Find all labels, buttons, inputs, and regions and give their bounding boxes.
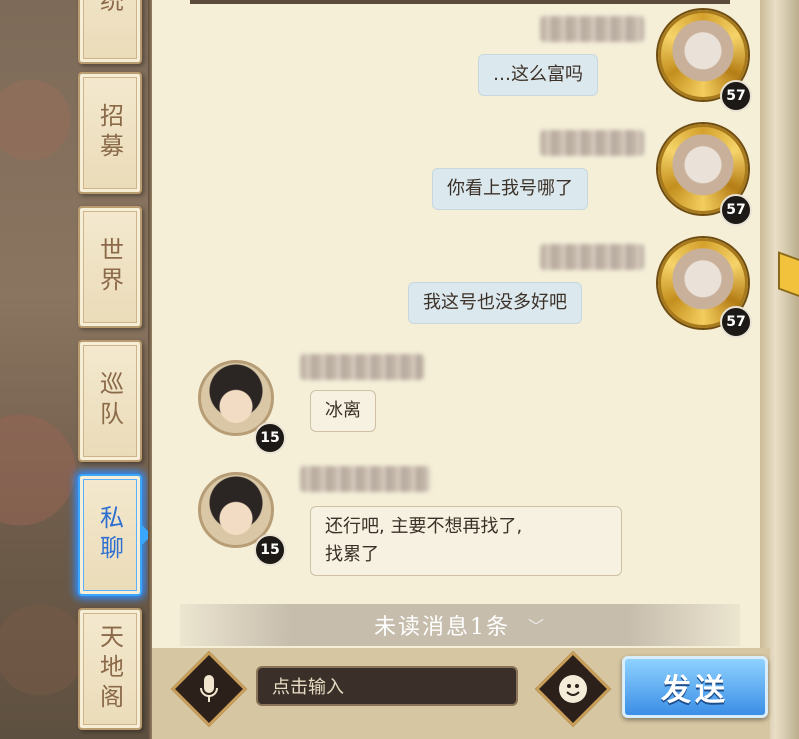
level-badge: 15	[254, 534, 286, 566]
chat-bubble: 我这号也没多好吧	[408, 282, 582, 324]
unread-messages-banner[interactable]: 未读消息1条 ﹀	[180, 604, 740, 646]
microphone-icon	[199, 674, 219, 704]
unread-label: 未读消息1条	[373, 615, 510, 640]
sender-name-blurred	[540, 244, 644, 270]
tab-label: 天地阁	[95, 624, 124, 714]
tab-label: 私聊	[95, 505, 124, 565]
top-divider	[190, 0, 730, 4]
tab-recruit[interactable]: 招募	[78, 72, 142, 194]
sender-name-blurred	[540, 130, 644, 156]
chat-bubble: 冰离	[310, 390, 376, 432]
right-frame	[760, 0, 799, 739]
sender-name-blurred	[300, 466, 430, 492]
level-badge: 15	[254, 422, 286, 454]
chat-bubble: 还行吧, 主要不想再找了, 找累了	[310, 506, 622, 576]
chat-bubble-line: 还行吧, 主要不想再找了,	[325, 516, 523, 537]
level-badge: 57	[720, 194, 752, 226]
tab-label: 统	[95, 0, 124, 18]
sender-name-blurred	[540, 16, 644, 42]
chat-bubble-line: 找累了	[325, 544, 379, 565]
smiley-icon	[559, 675, 587, 703]
chevron-down-icon: ﹀	[527, 617, 546, 636]
tab-world[interactable]: 世界	[78, 206, 142, 328]
chat-bubble: …这么富吗	[478, 54, 598, 96]
chat-bubble: 你看上我号哪了	[432, 168, 588, 210]
message-input[interactable]: 点击输入	[256, 666, 518, 706]
level-badge: 57	[720, 306, 752, 338]
tab-patrol[interactable]: 巡队	[78, 340, 142, 462]
level-badge: 57	[720, 80, 752, 112]
channel-tabs: 统 招募 世界 巡队 私聊 天地阁	[0, 0, 160, 739]
tab-tiandige[interactable]: 天地阁	[78, 608, 142, 730]
tab-system[interactable]: 统	[78, 0, 142, 64]
tab-private-chat[interactable]: 私聊	[78, 474, 142, 596]
tab-label: 世界	[95, 237, 124, 297]
sender-name-blurred	[300, 354, 424, 380]
tab-label: 招募	[95, 103, 124, 163]
send-button[interactable]: 发送	[622, 656, 768, 718]
tab-label: 巡队	[95, 371, 124, 431]
